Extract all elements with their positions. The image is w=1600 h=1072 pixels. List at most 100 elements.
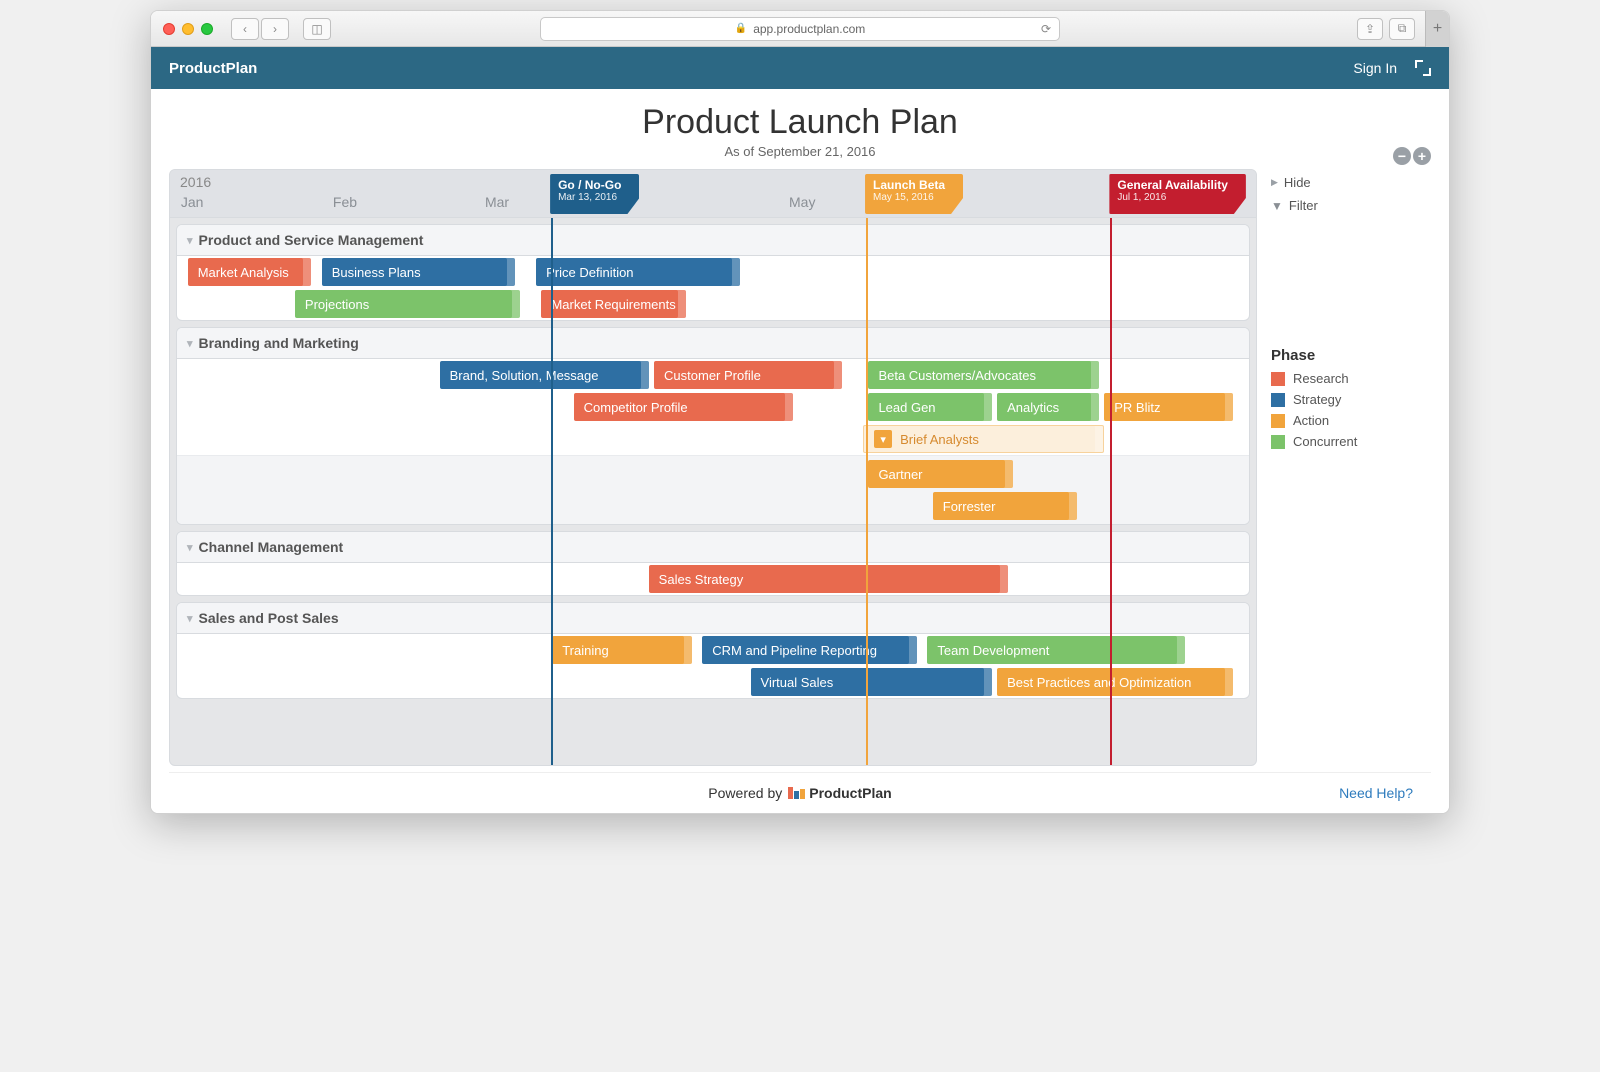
roadmap-bar[interactable]: Beta Customers/Advocates [868,361,1098,389]
chevron-down-icon: ▾ [187,234,193,247]
lane-title: Branding and Marketing [199,335,359,351]
side-panel: ▶ Hide ▼ Filter Phase Research Strategy Ac… [1271,169,1431,452]
filter-label: Filter [1289,198,1318,213]
title-row: Product Launch Plan As of September 21, … [169,99,1431,161]
legend-label: Research [1293,371,1349,386]
legend-item[interactable]: Action [1271,410,1431,431]
roadmap-bar[interactable]: Forrester [933,492,1078,520]
roadmap-bar[interactable]: Competitor Profile [574,393,794,421]
month-label: May [789,194,815,210]
milestone[interactable]: Launch BetaMay 15, 2016 [865,174,963,214]
app-brand[interactable]: ProductPlan [169,60,257,77]
fullscreen-icon[interactable] [1415,60,1431,76]
legend-swatch [1271,414,1285,428]
container-label: Brief Analysts [900,432,979,447]
legend-item[interactable]: Research [1271,368,1431,389]
sign-in-link[interactable]: Sign In [1353,60,1397,76]
share-icon: ⇪ [1365,22,1375,36]
page-subtitle: As of September 21, 2016 [169,144,1431,159]
month-label: Jan [181,194,204,210]
milestone-title: Go / No-Go [558,178,621,192]
sidebar-toggle-button[interactable]: ◫ [303,18,331,40]
roadmap-bar[interactable]: Business Plans [322,258,515,286]
page-title: Product Launch Plan [169,103,1431,142]
footer-brand: ProductPlan [809,785,891,801]
chevron-down-icon: ▾ [187,612,193,625]
legend-swatch [1271,372,1285,386]
new-tab-button[interactable]: + [1425,11,1449,47]
milestone-date: Mar 13, 2016 [558,192,621,204]
lane-header[interactable]: ▾ Sales and Post Sales [177,603,1249,634]
milestone[interactable]: Go / No-GoMar 13, 2016 [550,174,639,214]
legend-item[interactable]: Strategy [1271,389,1431,410]
legend-swatch [1271,393,1285,407]
roadmap-bar[interactable]: Team Development [927,636,1184,664]
legend-swatch [1271,435,1285,449]
roadmap-bar[interactable]: Best Practices and Optimization [997,668,1233,696]
roadmap-bar[interactable]: Gartner [868,460,1013,488]
chevron-down-icon: ▾ [187,337,193,350]
browser-window: ‹ › ◫ 🔒 app.productplan.com ⟳ ⇪ ⧉ + Prod… [150,10,1450,814]
legend-label: Strategy [1293,392,1341,407]
lane-title: Channel Management [199,539,344,555]
lane-header[interactable]: ▾ Branding and Marketing [177,328,1249,359]
window-controls [163,23,213,35]
roadmap-bar[interactable]: Sales Strategy [649,565,1008,593]
lane-title: Product and Service Management [199,232,424,248]
productplan-logo[interactable]: ProductPlan [788,785,891,801]
legend-label: Action [1293,413,1329,428]
legend-item[interactable]: Concurrent [1271,431,1431,452]
app-header: ProductPlan Sign In [151,47,1449,89]
timeline-year: 2016 [180,174,211,190]
filter-toggle[interactable]: ▼ Filter [1271,194,1431,217]
minimize-window-icon[interactable] [182,23,194,35]
timeline-header: 2016 Jan Feb Mar May Go / No-GoMar 13, 2016 L… [170,170,1256,218]
back-button[interactable]: ‹ [231,18,259,40]
lane-header[interactable]: ▾ Channel Management [177,532,1249,563]
url-host: app.productplan.com [753,22,865,36]
lane: ▾ Branding and Marketing Brand, Solution, … [176,327,1250,525]
roadmap-bar[interactable]: CRM and Pipeline Reporting [702,636,916,664]
roadmap-bar[interactable]: Market Requirements [541,290,686,318]
roadmap-bar[interactable]: PR Blitz [1104,393,1233,421]
chevron-down-icon: ▾ [187,541,193,554]
legend-title: Phase [1271,347,1431,364]
reload-icon[interactable]: ⟳ [1041,22,1051,36]
roadmap-bar[interactable]: Virtual Sales [751,668,992,696]
address-bar[interactable]: 🔒 app.productplan.com ⟳ [540,17,1060,41]
share-button[interactable]: ⇪ [1357,18,1383,40]
zoom-out-button[interactable]: − [1393,147,1411,165]
hide-toggle[interactable]: ▶ Hide [1271,171,1431,194]
month-label: Mar [485,194,509,210]
milestone-title: General Availability [1117,178,1228,192]
milestone-title: Launch Beta [873,178,945,192]
lane-header[interactable]: ▾ Product and Service Management [177,225,1249,256]
caret-right-icon: ▶ [1271,177,1278,188]
tabs-button[interactable]: ⧉ [1389,18,1415,40]
help-link[interactable]: Need Help? [1339,785,1413,801]
lock-icon: 🔒 [735,23,747,34]
lane-title: Sales and Post Sales [199,610,339,626]
roadmap-bar[interactable]: Market Analysis [188,258,311,286]
chevron-down-icon: ▾ [874,430,892,448]
roadmap-bar[interactable]: Customer Profile [654,361,842,389]
milestone-date: May 15, 2016 [873,192,945,204]
roadmap-bar[interactable]: Analytics [997,393,1099,421]
sidebar-icon: ◫ [311,22,322,36]
milestone[interactable]: General AvailabilityJul 1, 2016 [1109,174,1246,214]
close-window-icon[interactable] [163,23,175,35]
zoom-window-icon[interactable] [201,23,213,35]
month-label: Feb [333,194,357,210]
roadmap: 2016 Jan Feb Mar May Go / No-GoMar 13, 2016 L… [169,169,1257,766]
browser-toolbar: ‹ › ◫ 🔒 app.productplan.com ⟳ ⇪ ⧉ + [151,11,1449,47]
roadmap-bar[interactable]: Brand, Solution, Message [440,361,649,389]
roadmap-bar[interactable]: Training [552,636,691,664]
footer: Powered by ProductPlan Need Help? [169,772,1431,813]
zoom-in-button[interactable]: + [1413,147,1431,165]
roadmap-container-bar[interactable]: ▾ Brief Analysts [863,425,1104,453]
roadmap-bar[interactable]: Lead Gen [868,393,991,421]
forward-button[interactable]: › [261,18,289,40]
roadmap-bar[interactable]: Price Definition [536,258,740,286]
roadmap-bar[interactable]: Projections [295,290,520,318]
productplan-mark-icon [788,787,805,799]
